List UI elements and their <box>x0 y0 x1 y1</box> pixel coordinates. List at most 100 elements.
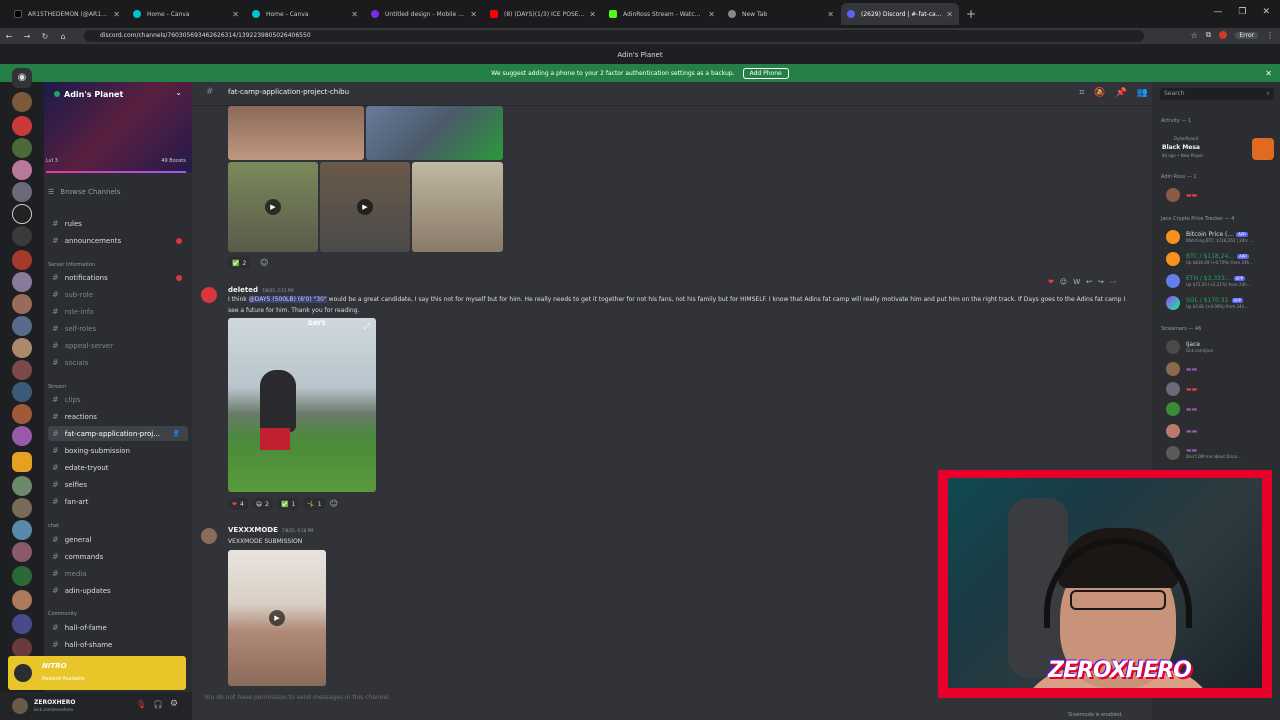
channel-rules[interactable]: # rules <box>48 216 188 231</box>
home-icon[interactable]: ⌂ <box>54 32 72 41</box>
category-server-info[interactable]: Server Information <box>48 262 95 268</box>
channel-sub-role[interactable]: # sub-role <box>48 287 188 302</box>
app-icon[interactable]: W <box>1073 278 1080 286</box>
channel-fan-art[interactable]: # fan-art <box>48 494 188 509</box>
server-icon[interactable] <box>12 614 32 634</box>
avatar[interactable] <box>12 698 28 714</box>
emoji-icon[interactable]: ☺ <box>1060 278 1067 286</box>
channel-boxing-submission[interactable]: # boxing-submission <box>48 443 188 458</box>
close-icon[interactable]: ✕ <box>827 10 834 19</box>
headphones-muted-icon[interactable]: 🎧 <box>153 700 163 709</box>
add-reaction-icon[interactable]: ☺ <box>260 258 268 267</box>
forward-icon[interactable]: → <box>18 32 36 41</box>
category-community[interactable]: Community <box>48 611 77 617</box>
extensions-icon[interactable]: ⧉ <box>1206 30 1212 40</box>
browser-tab-active[interactable]: (2629) Discord | #-fat-camp-ap...✕ <box>841 3 959 25</box>
browser-tab[interactable]: (8) (DAYS)(1/3) ICE POSEIDON ✕ <box>484 3 602 25</box>
reload-icon[interactable]: ↻ <box>36 32 54 41</box>
server-icon[interactable] <box>12 182 32 202</box>
server-icon[interactable] <box>12 638 32 658</box>
maximize-icon[interactable]: ❐ <box>1238 7 1246 17</box>
server-icon[interactable] <box>12 590 32 610</box>
server-icon[interactable] <box>12 382 32 402</box>
channel-hall-of-fame[interactable]: # hall-of-fame <box>48 620 188 635</box>
close-icon[interactable]: ✕ <box>113 10 120 19</box>
member-row[interactable]: SOL / $170.31 APP Up $3.81 (+4.00%) from 2… <box>1166 294 1276 312</box>
channel-announcements[interactable]: # announcements <box>48 233 188 248</box>
server-icon[interactable] <box>12 566 32 586</box>
play-icon[interactable]: ▶ <box>265 199 281 215</box>
message-author[interactable]: VEXXXMODE 7/8/25, 6:18 PM <box>228 526 313 534</box>
browser-tab[interactable]: New Tab ✕ <box>722 3 840 25</box>
server-boosts[interactable]: 49 Boosts <box>161 158 186 164</box>
channel-adin-updates[interactable]: # adin-updates <box>48 583 188 598</box>
discord-home-icon[interactable]: ◉ <box>12 68 32 88</box>
server-icon[interactable] <box>12 204 32 224</box>
gear-icon[interactable]: ⚙ <box>170 699 178 709</box>
browser-tab[interactable]: Home - Canva ✕ <box>246 3 364 25</box>
bell-muted-icon[interactable]: 🔕 <box>1094 88 1105 98</box>
channel-selfies[interactable]: # selfies <box>48 477 188 492</box>
server-icon[interactable] <box>12 542 32 562</box>
browse-channels[interactable]: ☰ Browse Channels <box>48 188 120 196</box>
channel-socials[interactable]: # socials <box>48 355 188 370</box>
reaction-check[interactable]: ✅ 2 <box>228 257 251 269</box>
forward-icon[interactable]: ↪ <box>1098 278 1104 286</box>
chevron-down-icon[interactable]: ⌄ <box>175 88 182 97</box>
channel-notifications[interactable]: # notifications <box>48 270 188 285</box>
more-icon[interactable]: ⋯ <box>1110 278 1117 286</box>
server-icon[interactable] <box>12 498 32 518</box>
channel-self-roles[interactable]: # self-roles <box>48 321 188 336</box>
video-attachment[interactable]: ▶ <box>320 162 410 252</box>
server-icon[interactable] <box>12 272 32 292</box>
category-chat[interactable]: chat <box>48 523 59 529</box>
user-mention[interactable]: @DAYS (500LB) (6'0) "30" <box>248 296 327 303</box>
channel-hall-of-shame[interactable]: # hall-of-shame <box>48 637 188 652</box>
error-badge[interactable]: Error <box>1235 31 1258 39</box>
channel-reactions[interactable]: # reactions <box>48 409 188 424</box>
message-author[interactable]: deleted 7/8/25, 2:13 PM <box>228 286 294 294</box>
channel-media[interactable]: # media <box>48 566 188 581</box>
server-icon[interactable] <box>12 294 32 314</box>
close-icon[interactable]: ✕ <box>946 10 953 19</box>
channel-appeal-server[interactable]: # appeal-server <box>48 338 188 353</box>
close-icon[interactable]: ✕ <box>232 10 239 19</box>
server-icon[interactable] <box>12 250 32 270</box>
member-row[interactable]: ▬▬ <box>1166 360 1276 378</box>
star-icon[interactable]: ☆ <box>1190 31 1197 40</box>
browser-tab[interactable]: AdinRoss Stream - Watch Live ✕ <box>603 3 721 25</box>
back-icon[interactable]: ← <box>0 32 18 41</box>
reaction-check[interactable]: ✅ 1 <box>276 498 300 510</box>
mic-muted-icon[interactable]: 🎙 <box>136 700 146 709</box>
channel-clips[interactable]: # clips <box>48 392 188 407</box>
image-attachment[interactable] <box>366 106 503 160</box>
close-icon[interactable]: ✕ <box>351 10 358 19</box>
server-icon[interactable] <box>12 138 32 158</box>
pin-icon[interactable]: 📌 <box>1116 88 1127 98</box>
server-icon[interactable] <box>12 316 32 336</box>
close-icon[interactable]: ✕ <box>1265 69 1272 78</box>
play-icon[interactable]: ▶ <box>269 610 285 626</box>
reaction-custom[interactable]: 🤸 1 <box>303 498 326 510</box>
image-attachment[interactable] <box>228 106 364 160</box>
member-row[interactable]: ▬▬ <box>1166 380 1276 398</box>
server-icon[interactable] <box>12 404 32 424</box>
server-icon[interactable] <box>12 476 32 496</box>
browser-tab[interactable]: Home - Canva ✕ <box>127 3 245 25</box>
members-icon[interactable]: 👥 <box>1137 88 1148 98</box>
category-stream[interactable]: Stream <box>48 384 66 390</box>
member-row[interactable]: Bitcoin Price (... APP Watching BTC: $118,… <box>1166 228 1276 246</box>
channel-edate-tryout[interactable]: # edate-tryout <box>48 460 188 475</box>
member-row[interactable]: ▬▬ Don't DM me about Disco... <box>1166 444 1276 462</box>
video-attachment[interactable]: ▶ <box>228 550 326 686</box>
nitro-reward-card[interactable]: NITRO Reward Available <box>8 656 186 690</box>
member-row[interactable]: ETH / $3,333... APP Up $72.20 (+2.21%) fro… <box>1166 272 1276 290</box>
server-icon[interactable] <box>12 426 32 446</box>
server-icon[interactable] <box>12 452 32 472</box>
avatar[interactable] <box>201 528 217 544</box>
member-row[interactable]: ▬▬ <box>1166 400 1276 418</box>
browser-tab[interactable]: Untitled design - Mobile Video ✕ <box>365 3 483 25</box>
reply-icon[interactable]: ↩ <box>1086 278 1092 286</box>
expand-icon[interactable]: ⤢ <box>364 322 370 332</box>
play-icon[interactable]: ▶ <box>357 199 373 215</box>
